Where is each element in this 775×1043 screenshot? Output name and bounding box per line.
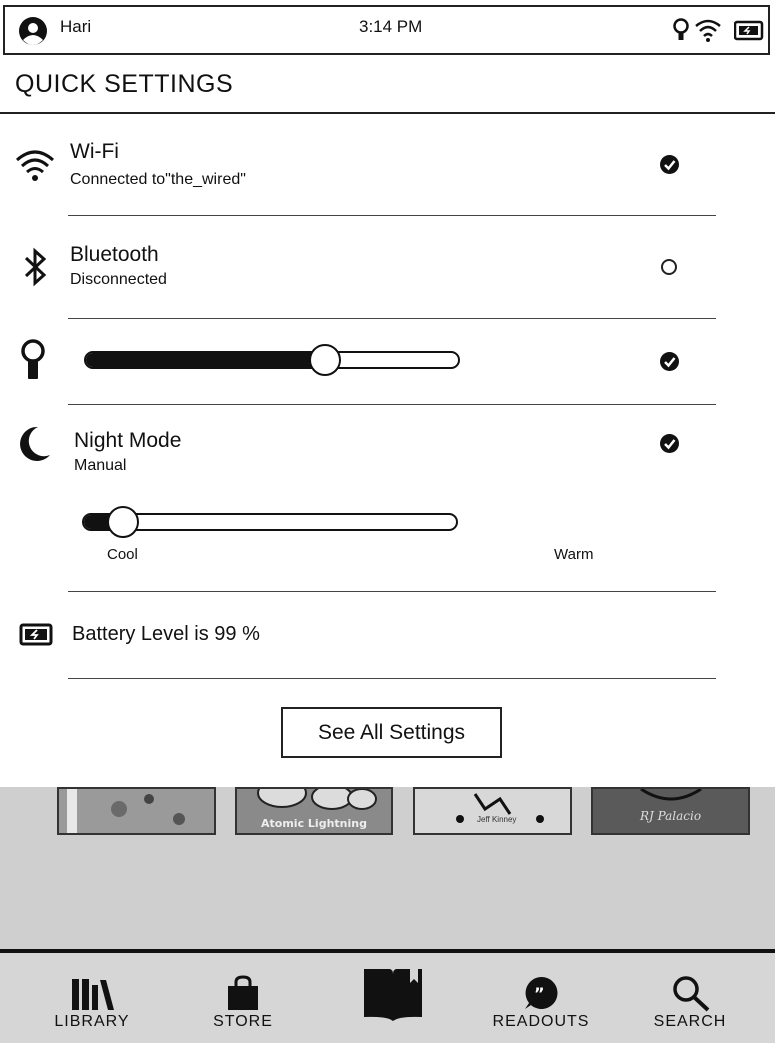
row-divider <box>68 215 716 216</box>
library-icon <box>72 979 114 1010</box>
bluetooth-status: Disconnected <box>70 271 167 288</box>
battery-level-text: Battery Level is 99 % <box>72 623 260 645</box>
moon-icon <box>20 426 50 461</box>
wifi-check-icon[interactable] <box>660 155 679 174</box>
night-mode-title[interactable]: Night Mode <box>74 429 181 453</box>
row-divider <box>68 404 716 405</box>
cool-label: Cool <box>107 546 138 563</box>
nav-library-label: LIBRARY <box>54 1013 130 1030</box>
battery-status-icon <box>734 20 764 41</box>
wifi-status-icon <box>695 19 721 42</box>
book-cover[interactable]: Atomic Lightning <box>235 787 393 835</box>
nav-search[interactable]: SEARCH <box>630 953 750 1043</box>
book-title: Atomic Lightning <box>261 817 367 830</box>
row-divider <box>68 591 716 592</box>
quote-bubble-icon: ” <box>525 976 558 1009</box>
night-mode-subtitle: Manual <box>74 457 127 474</box>
svg-text:”: ” <box>534 984 545 1003</box>
bluetooth-icon[interactable] <box>23 247 47 287</box>
quick-settings-title: QUICK SETTINGS <box>15 70 234 98</box>
nav-readouts-label: READOUTS <box>492 1013 590 1030</box>
search-icon <box>673 976 710 1012</box>
book-cover[interactable]: Jeff Kinney <box>413 787 572 835</box>
open-book-icon <box>364 969 422 1021</box>
shopping-bag-icon <box>228 975 258 1010</box>
nav-library[interactable]: LIBRARY <box>32 953 152 1043</box>
bluetooth-radio[interactable] <box>661 259 677 275</box>
wifi-status: Connected to"the_wired" <box>70 171 246 188</box>
bluetooth-title[interactable]: Bluetooth <box>70 243 159 267</box>
night-mode-check-icon[interactable] <box>660 434 679 453</box>
wifi-icon[interactable] <box>15 148 55 182</box>
book-cover[interactable]: RJ Palacio <box>591 787 750 835</box>
row-divider <box>68 318 716 319</box>
user-avatar-icon[interactable] <box>18 16 50 46</box>
nav-readouts[interactable]: ” READOUTS <box>481 953 601 1043</box>
brightness-slider-thumb[interactable] <box>308 344 341 376</box>
battery-icon <box>19 623 53 646</box>
nav-search-label: SEARCH <box>653 1013 727 1030</box>
brightness-slider-fill <box>86 353 327 367</box>
brightness-check-icon[interactable] <box>660 352 679 371</box>
brightness-bulb-icon <box>21 339 45 379</box>
status-user-name: Hari <box>60 17 92 36</box>
title-divider <box>0 112 775 114</box>
nav-store[interactable]: STORE <box>183 953 303 1043</box>
book-author: Jeff Kinney <box>477 815 517 824</box>
book-author: RJ Palacio <box>639 809 702 823</box>
light-bulb-icon <box>673 18 689 40</box>
warmth-slider-thumb[interactable] <box>107 506 140 538</box>
see-all-settings-button[interactable]: See All Settings <box>281 707 502 758</box>
nav-store-label: STORE <box>213 1013 273 1030</box>
nav-reading[interactable] <box>332 953 452 1043</box>
bottom-navigation: LIBRARY STORE ” READOUTS SEARCH <box>0 949 775 1043</box>
row-divider <box>68 678 716 679</box>
status-time: 3:14 PM <box>359 17 423 36</box>
brightness-slider[interactable] <box>84 351 460 369</box>
wifi-title[interactable]: Wi-Fi <box>70 140 119 164</box>
warm-label: Warm <box>554 546 594 563</box>
book-cover[interactable] <box>57 787 216 835</box>
